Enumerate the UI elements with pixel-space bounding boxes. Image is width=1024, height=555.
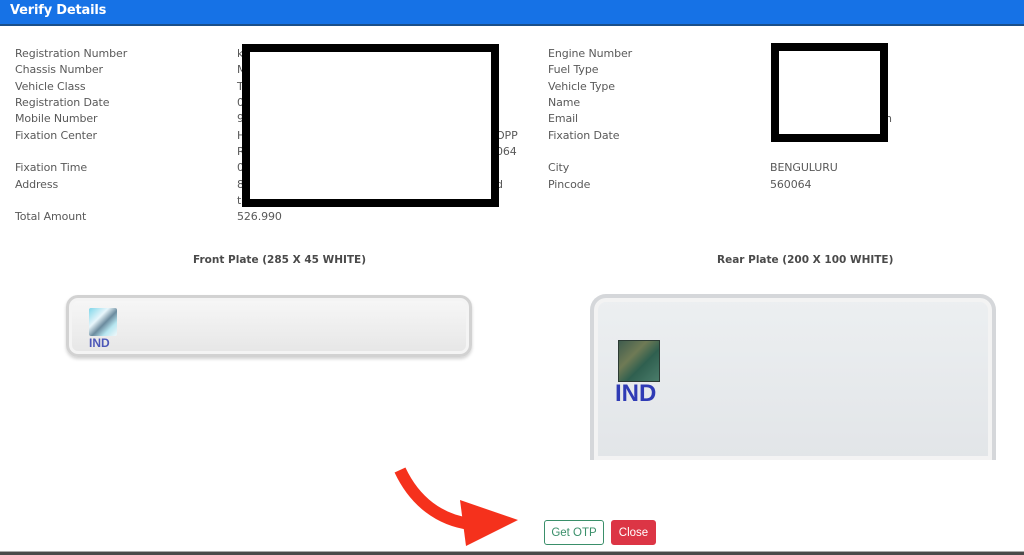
hologram-icon: [618, 340, 660, 382]
label-engine-number: Engine Number: [548, 47, 633, 60]
value-pincode: 560064: [770, 178, 812, 191]
bottom-divider: [0, 551, 1024, 555]
rear-plate-image: IND: [590, 294, 996, 460]
label-address: Address: [15, 178, 59, 191]
label-vehicle-type: Vehicle Type: [548, 80, 615, 93]
label-fixation-date: Fixation Date: [548, 129, 620, 142]
modal-title: Verify Details: [10, 3, 107, 18]
value-total-amount: 526.990: [237, 210, 282, 223]
label-registration-date: Registration Date: [15, 96, 110, 109]
front-plate-title: Front Plate (285 X 45 WHITE): [193, 254, 367, 266]
value-city: BENGULURU: [770, 161, 838, 174]
hologram-icon: [89, 308, 117, 336]
front-plate-image: IND: [66, 295, 472, 357]
label-fixation-time: Fixation Time: [15, 161, 88, 174]
value-address-line2: t: [237, 194, 242, 207]
label-mobile-number: Mobile Number: [15, 112, 98, 125]
get-otp-button[interactable]: Get OTP: [544, 520, 604, 545]
label-registration-number: Registration Number: [15, 47, 128, 60]
annotation-arrow-icon: [394, 467, 518, 546]
label-name: Name: [548, 96, 581, 109]
label-city: City: [548, 161, 570, 174]
rear-plate-title: Rear Plate (200 X 100 WHITE): [717, 254, 894, 266]
redaction-box-right: [771, 43, 888, 142]
rear-plate-country-code: IND: [615, 380, 657, 407]
close-button[interactable]: Close: [611, 520, 656, 545]
front-plate-country-code: IND: [89, 336, 110, 350]
label-chassis-number: Chassis Number: [15, 63, 103, 76]
label-fixation-center: Fixation Center: [15, 129, 97, 142]
value-fixation-center-tail2: 064: [496, 145, 517, 158]
redaction-box-left: [242, 44, 499, 207]
label-pincode: Pincode: [548, 178, 591, 191]
label-email: Email: [548, 112, 579, 125]
label-total-amount: Total Amount: [15, 210, 87, 223]
label-vehicle-class: Vehicle Class: [15, 80, 86, 93]
modal-header: Verify Details: [0, 0, 1024, 26]
label-fuel-type: Fuel Type: [548, 63, 599, 76]
value-fixation-center-tail1: OPP: [496, 129, 518, 142]
